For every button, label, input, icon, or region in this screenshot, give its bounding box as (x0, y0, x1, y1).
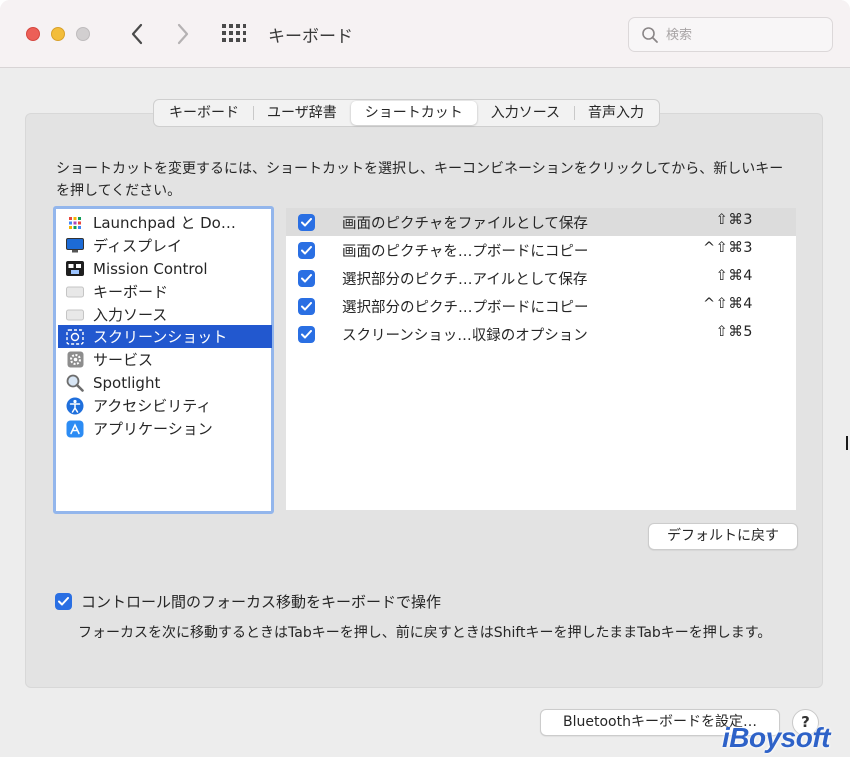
category-label: Launchpad と Do… (93, 214, 236, 232)
keyboard-icon (66, 284, 84, 300)
shortcut-list[interactable]: 画面のピクチャをファイルとして保存 ⇧⌘3 画面のピクチャを…プボードにコピー … (286, 208, 796, 510)
search-field[interactable] (628, 17, 833, 52)
shortcut-checkbox[interactable] (298, 297, 315, 315)
display-icon (66, 238, 84, 254)
forward-button[interactable] (168, 18, 198, 50)
magnifier-icon (66, 374, 84, 392)
tab-user-dictionary[interactable]: ユーザ辞書 (253, 101, 351, 125)
shortcut-checkbox[interactable] (298, 213, 315, 231)
category-screenshots[interactable]: スクリーンショット (58, 325, 272, 348)
tab-dictation[interactable]: 音声入力 (574, 101, 658, 125)
chevron-left-icon (131, 23, 143, 45)
category-display[interactable]: ディスプレイ (58, 234, 272, 257)
show-all-button[interactable] (220, 22, 250, 46)
category-mission-control[interactable]: Mission Control (58, 257, 272, 280)
instructions-text: ショートカットを変更するには、ショートカットを選択し、キーコンビネーションをクリ… (56, 161, 784, 199)
window-title: キーボード (268, 27, 353, 47)
tab-keyboard[interactable]: キーボード (155, 101, 253, 125)
shortcut-checkbox[interactable] (298, 325, 315, 343)
tab-bar: キーボード ユーザ辞書 ショートカット 入力ソース 音声入力 (153, 99, 661, 127)
category-list[interactable]: Launchpad と Do… ディスプレイ Mission Control キ… (53, 206, 274, 514)
chevron-right-icon (177, 23, 189, 45)
shortcut-row[interactable]: スクリーンショッ…収録のオプション ⇧⌘5 (286, 320, 796, 348)
grid-icon (222, 24, 246, 42)
shortcut-keys[interactable]: ^⇧⌘3 (703, 240, 753, 256)
minimize-window-button[interactable] (51, 27, 65, 41)
shortcut-checkbox[interactable] (298, 241, 315, 259)
keyboard-navigation-checkbox[interactable] (55, 593, 72, 610)
zoom-window-button[interactable] (76, 27, 90, 41)
category-label: アプリケーション (93, 420, 213, 438)
tab-shortcuts[interactable]: ショートカット (350, 101, 477, 125)
category-label: Spotlight (93, 373, 161, 392)
shortcut-keys[interactable]: ⇧⌘4 (716, 268, 753, 284)
category-services[interactable]: サービス (58, 348, 272, 371)
accessibility-icon (66, 397, 84, 414)
category-label: キーボード (93, 283, 169, 301)
keyboard-icon (66, 307, 84, 323)
keyboard-navigation-label[interactable]: コントロール間のフォーカス移動をキーボードで操作 (81, 591, 441, 612)
category-label: サービス (93, 351, 154, 369)
shortcut-row[interactable]: 画面のピクチャをファイルとして保存 ⇧⌘3 (286, 208, 796, 236)
shortcut-label: 選択部分のピクチ…アイルとして保存 (342, 272, 588, 288)
category-applications[interactable]: アプリケーション (58, 417, 272, 440)
watermark-logo: iBoysoft (722, 722, 831, 753)
gear-icon (66, 351, 84, 368)
shortcut-keys[interactable]: ⇧⌘5 (716, 324, 753, 340)
mission-control-icon (66, 261, 84, 277)
edge-marker (846, 436, 848, 450)
category-input-sources[interactable]: 入力ソース (58, 303, 272, 326)
category-launchpad-dock[interactable]: Launchpad と Do… (58, 211, 272, 234)
search-icon (642, 27, 658, 43)
shortcut-checkbox[interactable] (298, 269, 315, 287)
category-spotlight[interactable]: Spotlight (58, 371, 272, 394)
shortcut-label: 画面のピクチャを…プボードにコピー (342, 244, 589, 260)
checkmark-icon (58, 597, 69, 606)
restore-defaults-button[interactable]: デフォルトに戻す (648, 523, 798, 550)
launchpad-icon (66, 215, 84, 231)
shortcut-label: 選択部分のピクチ…プボードにコピー (342, 300, 589, 316)
category-keyboard[interactable]: キーボード (58, 280, 272, 303)
category-label: アクセシビリティ (93, 397, 212, 415)
category-label: Mission Control (93, 259, 208, 278)
checkmark-icon (301, 329, 312, 338)
shortcut-row[interactable]: 画面のピクチャを…プボードにコピー ^⇧⌘3 (286, 236, 796, 264)
shortcut-label: スクリーンショッ…収録のオプション (342, 328, 588, 344)
close-window-button[interactable] (26, 27, 40, 41)
system-preferences-window: キーボード キーボード ユーザ辞書 ショートカット 入力ソース 音声入力 ショー… (0, 0, 850, 757)
category-label: ディスプレイ (93, 237, 182, 255)
search-input[interactable] (666, 24, 826, 46)
checkmark-icon (301, 245, 312, 254)
screenshot-icon (66, 328, 84, 345)
app-store-icon (66, 420, 84, 437)
shortcut-row[interactable]: 選択部分のピクチ…プボードにコピー ^⇧⌘4 (286, 292, 796, 320)
shortcut-label: 画面のピクチャをファイルとして保存 (342, 216, 588, 232)
tab-input-sources[interactable]: 入力ソース (477, 101, 574, 125)
back-button[interactable] (122, 18, 152, 50)
shortcut-keys[interactable]: ⇧⌘3 (716, 212, 753, 228)
title-bar: キーボード (0, 0, 850, 68)
checkmark-icon (301, 301, 312, 310)
shortcut-row[interactable]: 選択部分のピクチ…アイルとして保存 ⇧⌘4 (286, 264, 796, 292)
checkmark-icon (301, 273, 312, 282)
category-label: 入力ソース (93, 306, 168, 324)
category-accessibility[interactable]: アクセシビリティ (58, 394, 272, 417)
shortcut-keys[interactable]: ^⇧⌘4 (703, 296, 753, 312)
category-label: スクリーンショット (93, 328, 228, 346)
keyboard-navigation-help: フォーカスを次に移動するときはTabキーを押し、前に戻すときはShiftキーを押… (78, 625, 772, 641)
checkmark-icon (301, 217, 312, 226)
